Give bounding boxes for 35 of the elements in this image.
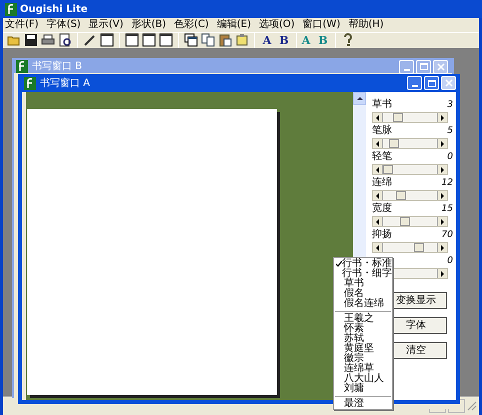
menu-option[interactable]: 行书・标准 — [334, 259, 392, 269]
menu-option[interactable]: 刘墉 — [334, 384, 392, 394]
window-title: 书写窗口 A — [40, 76, 92, 90]
menu-option[interactable]: 苏轼 — [334, 334, 392, 344]
menu-option[interactable]: 连绵草 — [334, 364, 392, 374]
slider-value: 12 — [442, 179, 453, 188]
slider-value: 5 — [447, 127, 453, 136]
slider-value: 70 — [442, 231, 453, 240]
slider-label: 连绵 — [372, 178, 392, 188]
menu-item[interactable]: 色彩(C) — [174, 20, 209, 30]
menu-option[interactable]: 行书・细字 — [334, 269, 392, 279]
menu-item[interactable]: 形状(B) — [131, 20, 166, 30]
app-title: Ougishi Lite — [20, 2, 88, 16]
menu-item[interactable]: 字体(S) — [46, 20, 81, 30]
slider-label: 宽度 — [372, 204, 392, 214]
menu-item[interactable]: 选项(O) — [258, 20, 295, 30]
menu-item[interactable]: 帮助(H) — [348, 20, 384, 30]
menu-item[interactable]: 文件(F) — [5, 20, 39, 30]
menu-option[interactable]: 草书 — [334, 279, 392, 289]
window-title: 书写窗口 B — [32, 62, 84, 72]
slider-value: 15 — [442, 205, 453, 214]
slider-value: 3 — [447, 101, 453, 110]
slider-label: 草书 — [372, 100, 392, 110]
slider-label: 轻笔 — [372, 152, 392, 162]
menu-item[interactable]: 窗口(W) — [302, 20, 340, 30]
font-style-button[interactable]: A — [260, 34, 274, 46]
menu-item[interactable]: 显示(V) — [88, 20, 124, 30]
menu-option[interactable]: 八大山人 — [334, 374, 392, 384]
slider-label: 抑扬 — [372, 230, 392, 240]
font-style-button[interactable]: B — [277, 34, 291, 46]
menu-item[interactable]: 编辑(E) — [216, 20, 251, 30]
slider-value: 0 — [447, 153, 453, 162]
slider-label: 笔脉 — [372, 126, 392, 136]
slider-value: 0 — [447, 257, 453, 266]
menu-option[interactable]: 最澄 — [334, 399, 392, 409]
